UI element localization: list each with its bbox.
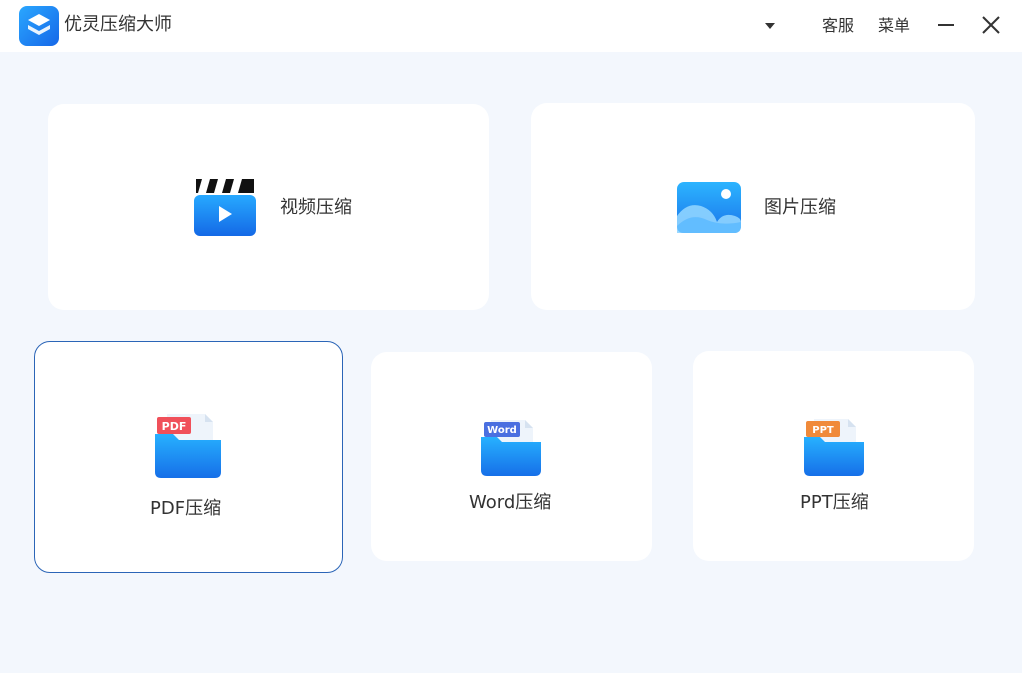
word-compress-card[interactable]: Word Word压缩	[371, 352, 652, 561]
app-logo-icon	[19, 6, 59, 46]
ppt-compress-card[interactable]: PPT PPT压缩	[693, 351, 974, 561]
video-compress-card[interactable]: 视频压缩	[48, 104, 489, 310]
menu-button[interactable]: 菜单	[878, 14, 910, 38]
ppt-badge-text: PPT	[812, 425, 834, 436]
pdf-folder-icon: PDF	[155, 414, 221, 478]
customer-service-button[interactable]: 客服	[822, 14, 854, 38]
word-folder-icon: Word	[481, 420, 541, 476]
word-badge-text: Word	[487, 425, 517, 436]
pdf-compress-label: PDF压缩	[150, 498, 222, 519]
pdf-compress-card[interactable]: PDF PDF压缩	[34, 341, 343, 573]
minimize-icon[interactable]	[934, 14, 958, 38]
ppt-folder-icon: PPT	[804, 419, 864, 476]
pdf-badge-text: PDF	[162, 420, 187, 433]
dropdown-arrow-icon[interactable]	[760, 18, 780, 34]
image-icon	[677, 182, 741, 233]
image-compress-card[interactable]: 图片压缩	[531, 103, 975, 310]
app-title: 优灵压缩大师	[64, 14, 172, 35]
image-compress-label: 图片压缩	[764, 197, 836, 218]
word-compress-label: Word压缩	[469, 492, 552, 513]
ppt-compress-label: PPT压缩	[800, 492, 869, 513]
video-compress-label: 视频压缩	[280, 197, 352, 218]
title-bar: 优灵压缩大师 客服 菜单	[0, 0, 1022, 52]
close-icon[interactable]	[979, 13, 1003, 37]
video-icon	[194, 179, 256, 236]
app-window: 优灵压缩大师 客服 菜单 视频压缩 图片压缩 PDF PDF压缩 Word Wo…	[0, 0, 1022, 673]
